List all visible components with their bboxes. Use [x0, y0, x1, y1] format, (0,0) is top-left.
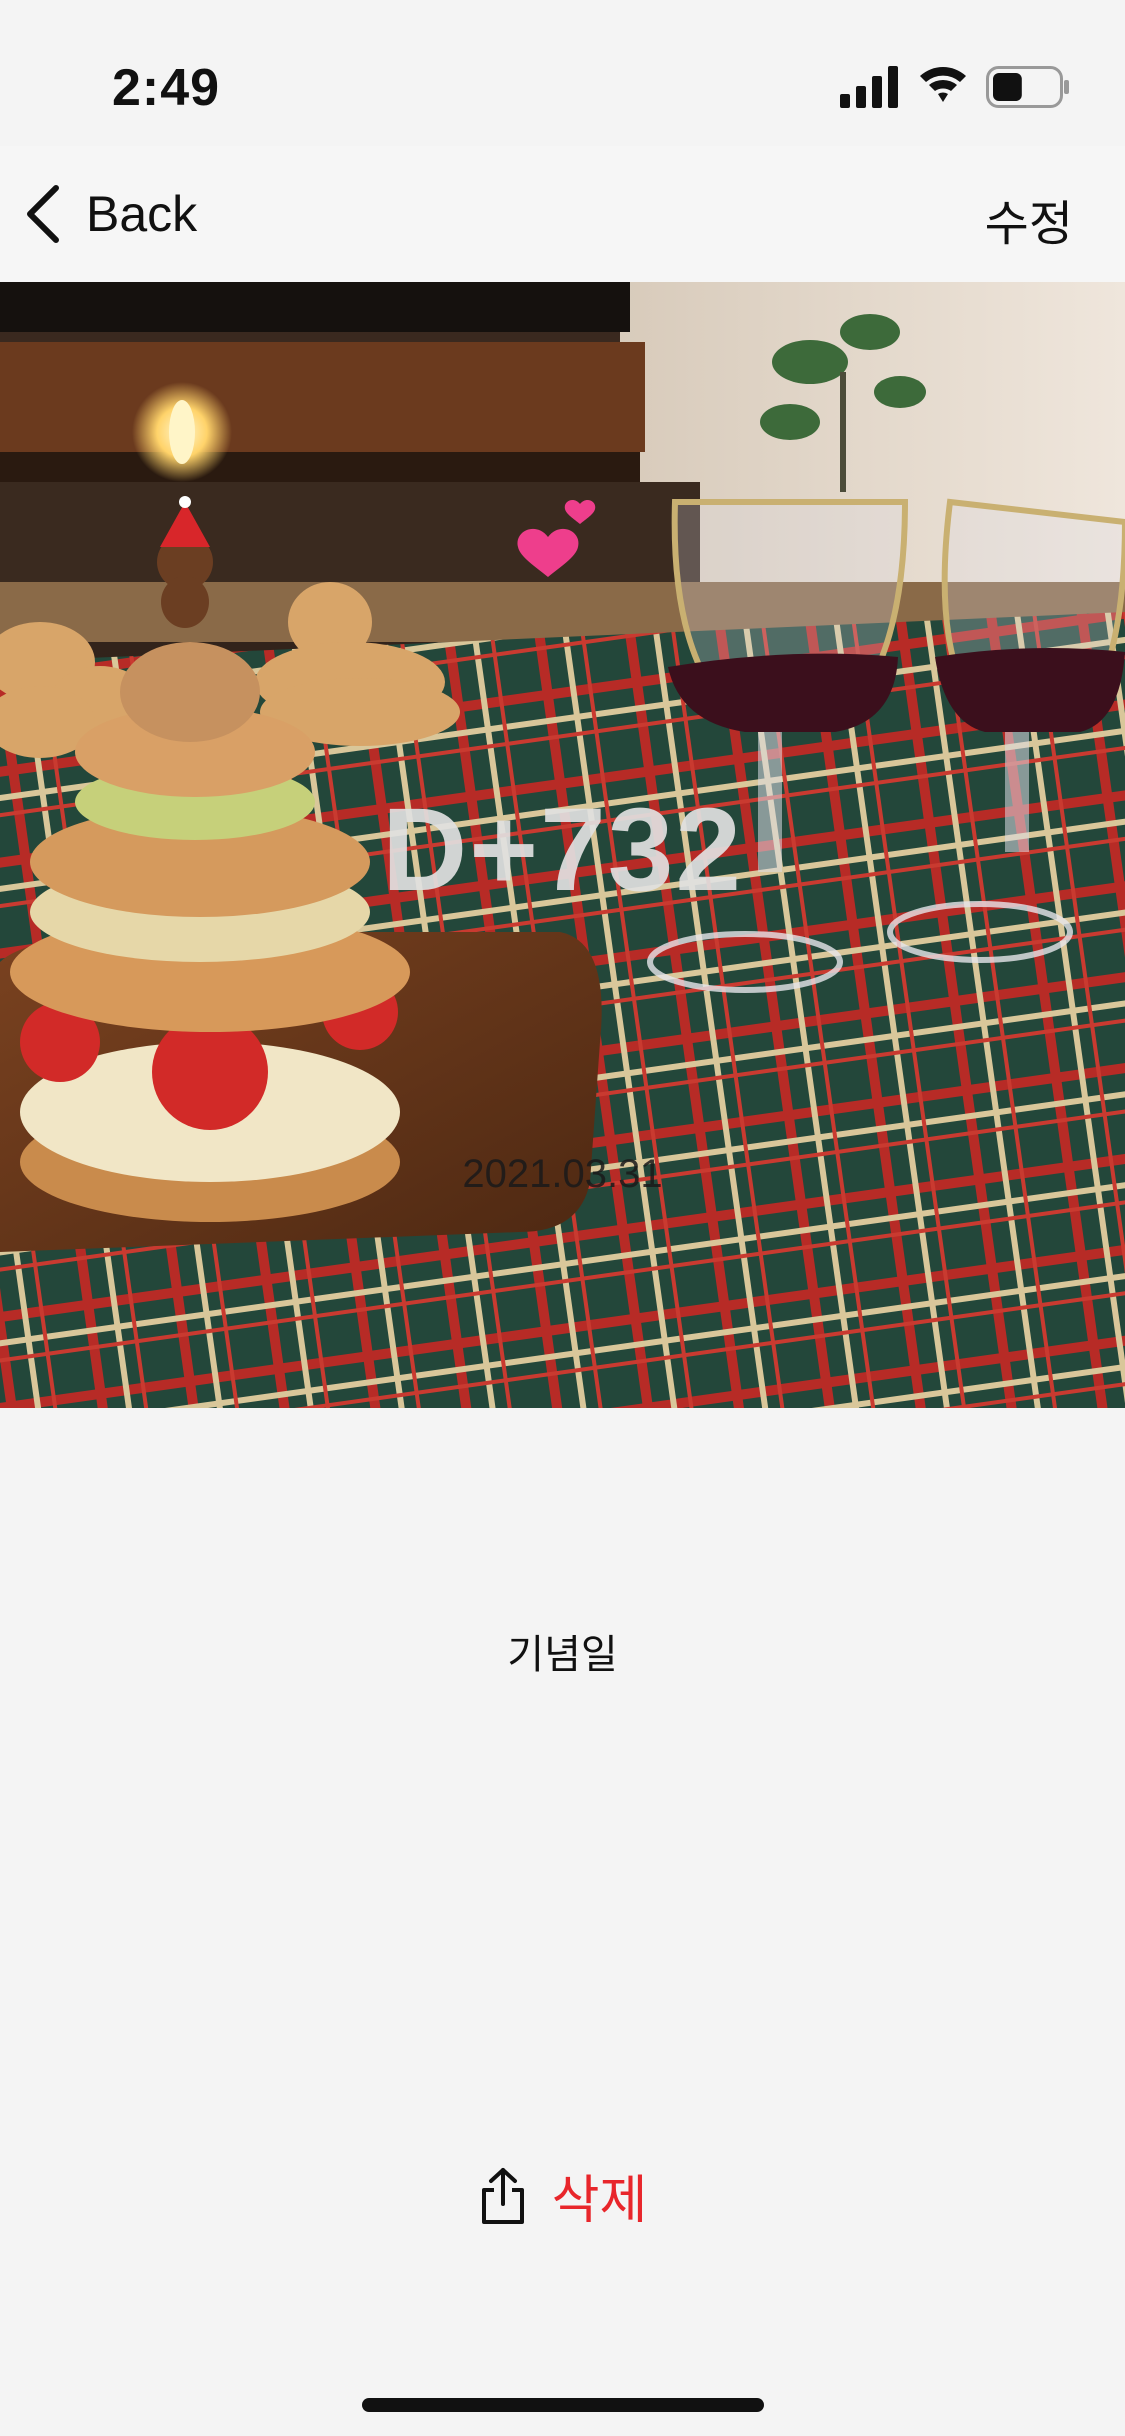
bottom-actions: 삭제 [0, 2158, 1125, 2233]
wifi-icon [920, 67, 966, 102]
dday-counter: D+732 [381, 784, 743, 916]
home-indicator [362, 2398, 764, 2412]
status-time: 2:49 [112, 59, 221, 117]
delete-button[interactable]: 삭제 [552, 2158, 648, 2233]
signal-icon [840, 66, 898, 108]
status-bar: 2:49 [0, 0, 1125, 146]
battery-icon [986, 66, 1069, 108]
back-label: Back [86, 186, 198, 242]
chevron-left-icon [27, 185, 59, 243]
anniversary-date: 2021.03.31 [462, 1152, 663, 1196]
share-icon[interactable] [478, 2166, 528, 2226]
edit-button[interactable]: 수정 [985, 184, 1073, 254]
navigation-bar: Back 수정 [0, 146, 1125, 282]
anniversary-title: 기념일 [507, 1633, 618, 1677]
back-button[interactable]: Back [22, 176, 197, 252]
anniversary-photo: D+732 2021.03.31 [0, 282, 1125, 1408]
